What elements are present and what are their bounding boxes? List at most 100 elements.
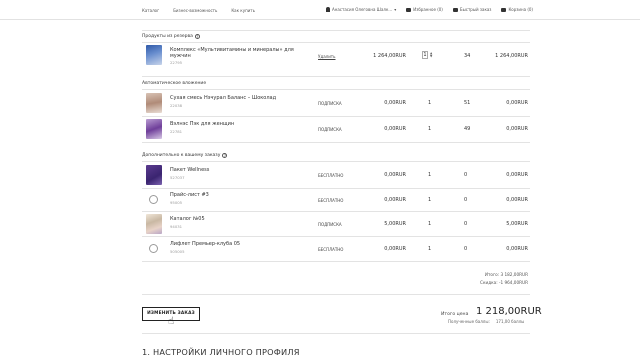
product-price: 5,00RUR xyxy=(384,221,406,227)
product-name[interactable]: Вэлнэс Пэк для женщин xyxy=(170,121,234,127)
favorites-link[interactable]: Избранное (0) xyxy=(406,7,443,12)
chevron-down-icon[interactable]: ▼ xyxy=(430,55,432,58)
help-icon[interactable]: ? xyxy=(222,153,228,158)
bonus-points-label: Полученные баллы: xyxy=(448,319,490,324)
product-quantity: 1 xyxy=(428,221,432,227)
discount-line: Скидка: -1 964,00RUR xyxy=(480,280,528,285)
divider xyxy=(142,188,530,189)
table-row: Комплекс «Мультивитамины и минералы» для… xyxy=(142,45,530,67)
heart-icon xyxy=(406,7,412,12)
divider xyxy=(142,211,530,212)
product-points: 0 xyxy=(464,172,468,178)
table-row: Прайс-лист #3 95005 БЕСПЛАТНО 0,00RUR 1 … xyxy=(142,190,530,212)
nav-catalog-link[interactable]: Каталог xyxy=(142,8,159,13)
product-points: 0 xyxy=(464,197,468,203)
divider xyxy=(142,76,530,77)
user-area: Анастасия Олеговна Шалк... ▾ Избранное (… xyxy=(326,7,533,12)
product-price: 0,00RUR xyxy=(384,246,406,252)
product-total: 0,00RUR xyxy=(506,246,528,252)
reserve-heading-text: Продукты из резерва xyxy=(142,34,193,39)
product-code: 95005 xyxy=(170,200,183,205)
extra-section-heading: Дополнительно к вашему заказу ? xyxy=(142,153,228,158)
product-name[interactable]: Каталог №05 xyxy=(170,216,205,222)
user-name: Анастасия Олеговна Шалк... xyxy=(332,7,393,12)
product-code: 527037 xyxy=(170,175,185,180)
table-row: Пакет Wellness 527037 БЕСПЛАТНО 0,00RUR … xyxy=(142,165,530,187)
top-bar: Каталог Бизнес-возможность Как купить Ан… xyxy=(0,0,640,20)
product-total: 5,00RUR xyxy=(506,221,528,227)
product-image xyxy=(146,119,162,139)
product-image xyxy=(146,45,162,65)
divider xyxy=(142,161,530,162)
divider xyxy=(142,333,530,334)
product-type: ПОДПИСКА xyxy=(318,127,342,132)
help-icon[interactable]: ? xyxy=(194,34,200,39)
product-price: 0,00RUR xyxy=(384,126,406,132)
lightning-icon xyxy=(452,7,458,12)
product-image-placeholder xyxy=(149,195,158,204)
table-row: Каталог №05 94031 ПОДПИСКА 5,00RUR 1 0 5… xyxy=(142,214,530,236)
cart-icon xyxy=(501,7,507,12)
product-code: 505005 xyxy=(170,249,185,254)
product-name[interactable]: Комплекс «Мультивитамины и минералы» для… xyxy=(170,47,294,59)
table-row: Вэлнэс Пэк для женщин 22781 ПОДПИСКА 0,0… xyxy=(142,119,530,141)
product-image xyxy=(146,165,162,185)
product-type: ПОДПИСКА xyxy=(318,101,342,106)
product-name[interactable]: Прайс-лист #3 xyxy=(170,192,209,198)
divider xyxy=(142,30,530,31)
product-image xyxy=(146,93,162,113)
product-image-placeholder xyxy=(149,244,158,253)
product-quantity: 1 xyxy=(428,172,432,178)
product-price: 0,00RUR xyxy=(384,197,406,203)
user-menu[interactable]: Анастасия Олеговна Шалк... ▾ xyxy=(326,7,396,12)
product-total: 0,00RUR xyxy=(506,172,528,178)
product-points: 0 xyxy=(464,246,468,252)
table-row: Лифлет Премьер-клуба 05 505005 БЕСПЛАТНО… xyxy=(142,239,530,261)
product-points: 49 xyxy=(464,126,471,132)
product-quantity: 1 xyxy=(428,100,432,106)
product-quantity: 1 xyxy=(428,126,432,132)
product-total: 0,00RUR xyxy=(506,126,528,132)
bonus-points-line: Полученные баллы: 171,00 баллы xyxy=(448,319,524,324)
divider xyxy=(142,42,530,43)
product-quantity: 1 xyxy=(428,197,432,203)
product-name[interactable]: Пакет Wellness xyxy=(170,167,209,173)
main-nav: Каталог Бизнес-возможность Как купить xyxy=(142,8,255,13)
remove-link[interactable]: Удалить xyxy=(318,54,336,59)
product-name-line: мужчин xyxy=(170,53,191,59)
divider xyxy=(142,142,530,143)
product-image xyxy=(146,214,162,234)
product-type: БЕСПЛАТНО xyxy=(318,247,344,252)
reserve-section-heading: Продукты из резерва ? xyxy=(142,34,200,39)
product-quantity: 1 xyxy=(428,246,432,252)
profile-settings-heading: 1. НАСТРОЙКИ ЛИЧНОГО ПРОФИЛЯ xyxy=(142,347,300,357)
product-type: ПОДПИСКА xyxy=(318,222,342,227)
nav-how-to-buy-link[interactable]: Как купить xyxy=(231,8,255,13)
table-row: Сухая смесь Нэчурал Баланс – Шоколад 220… xyxy=(142,93,530,115)
hand-cursor-icon: ☝ xyxy=(168,316,175,327)
product-type: БЕСПЛАТНО xyxy=(318,198,344,203)
cart-link[interactable]: Корзина (0) xyxy=(501,7,533,12)
nav-business-link[interactable]: Бизнес-возможность xyxy=(173,8,217,13)
cart-label: Корзина (0) xyxy=(508,7,533,12)
product-name[interactable]: Сухая смесь Нэчурал Баланс – Шоколад xyxy=(170,95,276,101)
quick-order-link[interactable]: Быстрый заказ xyxy=(452,7,492,12)
order-total-value: 1 218,00RUR xyxy=(476,306,542,317)
product-name[interactable]: Лифлет Премьер-клуба 05 xyxy=(170,241,240,247)
quantity-field[interactable]: 1 xyxy=(422,51,428,59)
product-points: 51 xyxy=(464,100,471,106)
quick-order-label: Быстрый заказ xyxy=(459,7,492,12)
product-type: БЕСПЛАТНО xyxy=(318,173,344,178)
product-total: 0,00RUR xyxy=(506,197,528,203)
auto-section-heading: Автоматическое вложение xyxy=(142,81,206,86)
stepper-arrows[interactable]: ▲ ▼ xyxy=(430,52,432,58)
extra-heading-text: Дополнительно к вашему заказу xyxy=(142,153,221,158)
subtotal-line: Итого: 3 182,00RUR xyxy=(484,272,528,277)
quantity-stepper[interactable]: 1 ▲ ▼ xyxy=(422,51,432,59)
divider xyxy=(142,294,530,295)
divider xyxy=(142,236,530,237)
product-points: 34 xyxy=(464,53,471,59)
product-code: 22038 xyxy=(170,103,183,108)
order-total-label: Итого цена xyxy=(441,312,469,317)
auto-heading-text: Автоматическое вложение xyxy=(142,81,207,86)
